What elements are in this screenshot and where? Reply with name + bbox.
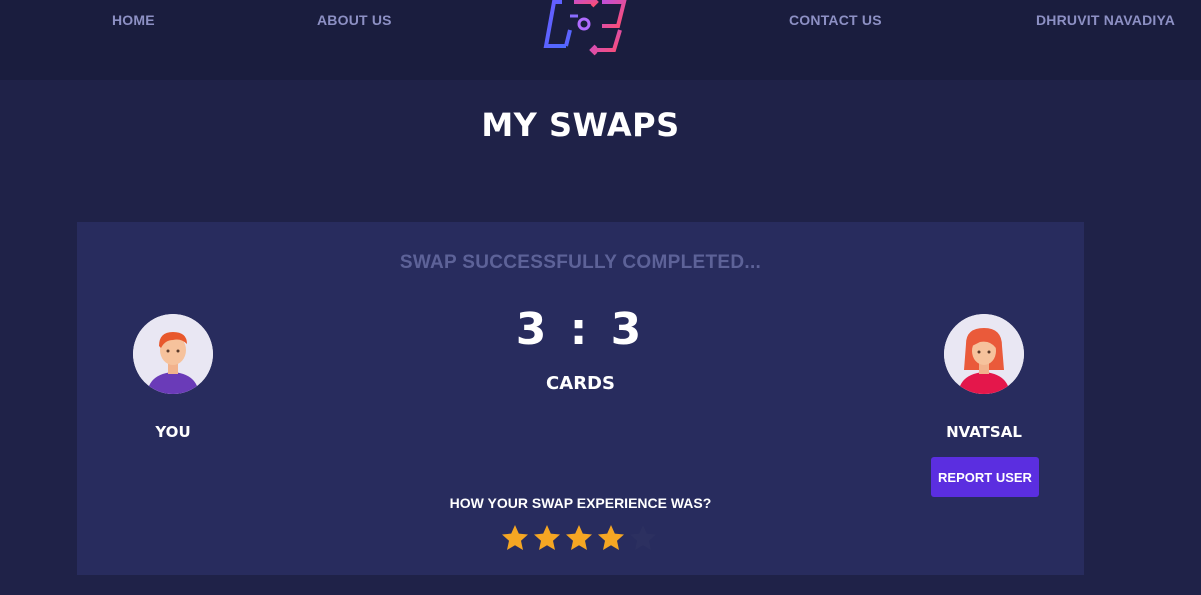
nav-home-link[interactable]: HOME [112, 12, 155, 28]
star-icon[interactable] [565, 524, 593, 552]
star-icon[interactable] [629, 524, 657, 552]
navbar: HOME ABOUT US CONTACT US DHRUVIT NAVADIY… [0, 0, 1201, 80]
swap-logo-icon[interactable] [540, 0, 632, 56]
card-score: 3 : 3 [515, 304, 646, 355]
nav-about-link[interactable]: ABOUT US [317, 12, 392, 28]
star-icon[interactable] [597, 524, 625, 552]
nav-user-link[interactable]: DHRUVIT NAVADIYA [1036, 12, 1175, 28]
left-user-label: YOU [155, 423, 191, 441]
right-user-label: NVATSAL [946, 423, 1022, 441]
star-icon[interactable] [533, 524, 561, 552]
female-avatar-icon [944, 314, 1024, 394]
star-rating[interactable] [501, 524, 661, 554]
nav-contact-link[interactable]: CONTACT US [789, 12, 882, 28]
star-icon[interactable] [501, 524, 529, 552]
rating-question: HOW YOUR SWAP EXPERIENCE WAS? [449, 495, 712, 511]
page-title: MY SWAPS [481, 106, 680, 144]
report-user-button[interactable]: REPORT USER [931, 457, 1039, 497]
swap-status-text: SWAP SUCCESSFULLY COMPLETED... [399, 252, 762, 273]
cards-label: CARDS [546, 373, 615, 394]
swap-card: SWAP SUCCESSFULLY COMPLETED... YOU 3 : 3… [77, 222, 1084, 575]
